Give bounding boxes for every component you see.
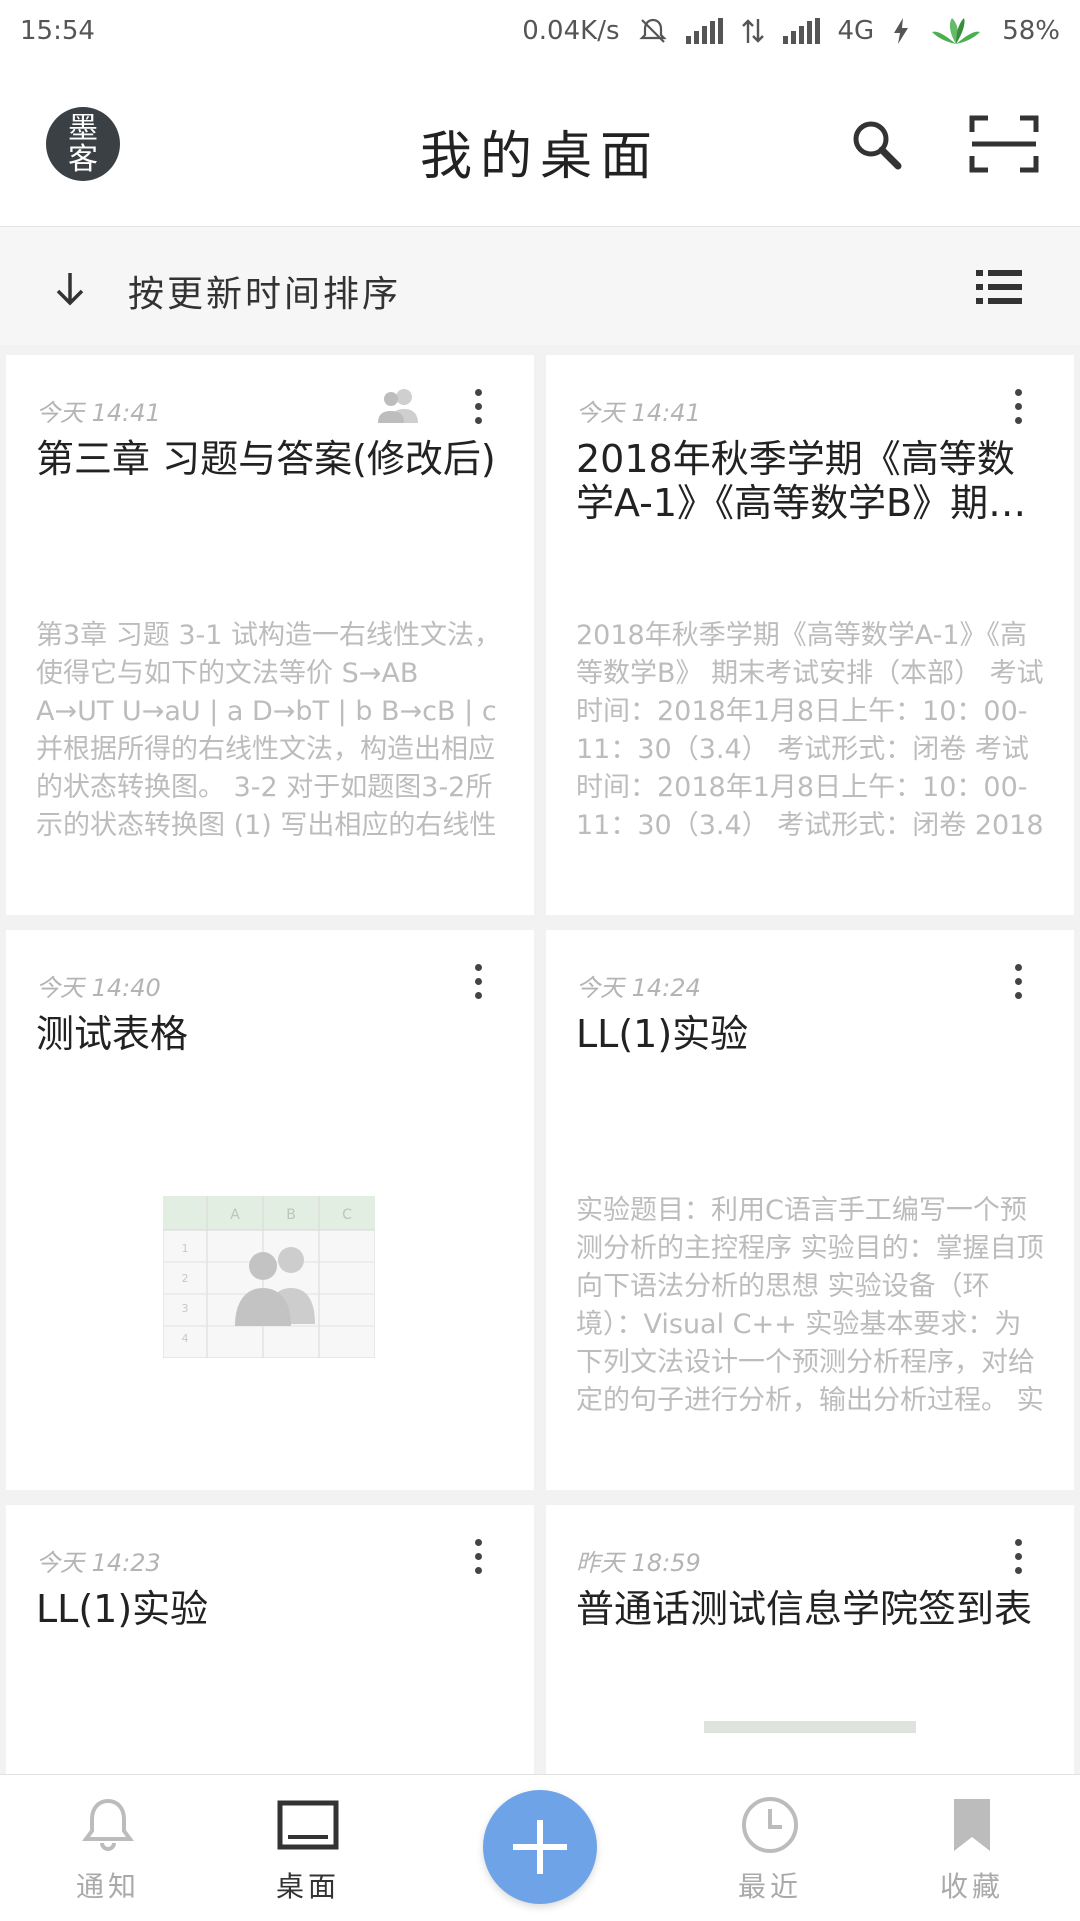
card-date: 昨天 18:59: [576, 1549, 701, 1577]
plus-icon: [513, 1820, 567, 1874]
list-view-icon[interactable]: [976, 267, 1022, 307]
note-card[interactable]: 今天 14:41 2018年秋季学期《高等数学A-1》《高等数学B》期末考试安排…: [546, 355, 1074, 915]
card-title: LL(1)实验: [576, 1012, 749, 1056]
sheet-col-b: B: [286, 1207, 296, 1223]
note-card[interactable]: 今天 14:41 第三章 习题与答案(修改后) 第3章 习题 3-1 试构造一右…: [6, 355, 534, 915]
sheet-row-4: 4: [182, 1332, 189, 1345]
card-title: 普通话测试信息学院签到表: [576, 1587, 1033, 1631]
status-indicators: 0.04K/s 4G 58%: [522, 16, 1060, 46]
card-preview: 实验题目：利用C语言手工编写一个预测分析的主控程序 实验目的：掌握自顶向下语法分…: [576, 1195, 1044, 1412]
status-bar: 15:54 0.04K/s 4G 58%: [0, 0, 1080, 62]
sheet-row-1: 1: [182, 1242, 189, 1255]
card-date: 今天 14:24: [576, 974, 701, 1002]
nav-recent[interactable]: 最近: [710, 1795, 830, 1905]
more-options-icon[interactable]: [1006, 1535, 1030, 1579]
nav-desktop[interactable]: 桌面: [248, 1795, 368, 1905]
sort-bar[interactable]: 按更新时间排序: [0, 227, 1080, 345]
nav-label: 最近: [737, 1870, 802, 1903]
more-options-icon[interactable]: [1006, 960, 1030, 1004]
card-date: 今天 14:41: [36, 399, 161, 427]
signal-icon-2: [782, 18, 820, 44]
card-title: 2018年秋季学期《高等数学A-1》《高等数学B》期末考试安排（本部）: [576, 437, 1027, 525]
battery-percent: 58%: [1002, 16, 1060, 46]
card-date: 今天 14:41: [576, 399, 701, 427]
charging-icon: [894, 18, 909, 44]
card-title: 测试表格: [36, 1012, 189, 1056]
scan-icon[interactable]: [968, 114, 1040, 174]
card-title: LL(1)实验: [36, 1587, 209, 1631]
nav-label: 桌面: [275, 1870, 340, 1903]
bell-icon: [82, 1798, 134, 1851]
clock-icon: [742, 1797, 798, 1853]
signal-icon: [685, 18, 723, 44]
battery-leaf-icon: [932, 18, 981, 44]
desktop-icon: [277, 1800, 339, 1850]
card-title: 第三章 习题与答案(修改后): [36, 437, 496, 481]
add-note-button[interactable]: [483, 1790, 597, 1904]
page-title: 我的桌面: [419, 127, 660, 187]
app-header: 墨 客 我的桌面: [0, 62, 1080, 227]
card-preview: 2018年秋季学期《高等数学A-1》《高等数学B》 期末考试安排（本部） 考试时…: [576, 620, 1044, 837]
note-card[interactable]: 今天 14:23 LL(1)实验: [6, 1505, 534, 1774]
sheet-col-a: A: [230, 1207, 240, 1223]
more-options-icon[interactable]: [466, 1535, 490, 1579]
sheet-col-c: C: [342, 1207, 352, 1223]
shared-users-icon: [378, 389, 418, 423]
sheet-row-2: 2: [182, 1272, 189, 1285]
nav-label: 通知: [75, 1870, 140, 1903]
note-card[interactable]: 昨天 18:59 普通话测试信息学院签到表: [546, 1505, 1074, 1774]
more-options-icon[interactable]: [466, 385, 490, 429]
spreadsheet-thumbnail: A B C 1 2 3 4: [163, 1196, 375, 1358]
note-card[interactable]: 今天 14:24 LL(1)实验 实验题目：利用C语言手工编写一个预测分析的主控…: [546, 930, 1074, 1490]
card-date: 今天 14:23: [36, 1549, 161, 1577]
arrow-down-icon: [56, 273, 84, 306]
data-transfer-icon: [741, 19, 764, 43]
more-options-icon[interactable]: [466, 960, 490, 1004]
sort-label: 按更新时间排序: [128, 274, 402, 315]
network-speed: 0.04K/s: [522, 16, 620, 46]
sheet-row-3: 3: [182, 1302, 189, 1315]
more-options-icon[interactable]: [1006, 385, 1030, 429]
nav-label: 收藏: [939, 1870, 1004, 1903]
card-preview: 第3章 习题 3-1 试构造一右线性文法，使得它与如下的文法等价 S→AB A→…: [36, 620, 502, 837]
network-type: 4G: [837, 16, 875, 46]
note-card[interactable]: 今天 14:40 测试表格 A B C 1 2 3 4: [6, 930, 534, 1490]
search-icon[interactable]: [846, 114, 906, 174]
card-date: 今天 14:40: [36, 974, 161, 1002]
status-time: 15:54: [20, 16, 95, 46]
mute-icon: [638, 18, 667, 43]
bookmark-icon: [954, 1799, 990, 1851]
nav-favorites[interactable]: 收藏: [912, 1795, 1032, 1905]
nav-notify[interactable]: 通知: [48, 1795, 168, 1905]
thumbnail-edge: [704, 1721, 916, 1733]
